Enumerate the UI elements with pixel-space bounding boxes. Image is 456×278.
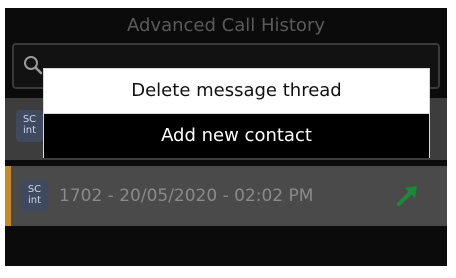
call-history-screen: Advanced Call History SC int SC int 1702…: [5, 8, 447, 266]
add-contact-menu-item[interactable]: Add new contact: [44, 113, 429, 158]
context-menu: Delete message thread Add new contact: [43, 68, 430, 158]
delete-thread-menu-item[interactable]: Delete message thread: [44, 69, 429, 113]
screen: Advanced Call History SC int SC int 1702…: [0, 0, 456, 278]
